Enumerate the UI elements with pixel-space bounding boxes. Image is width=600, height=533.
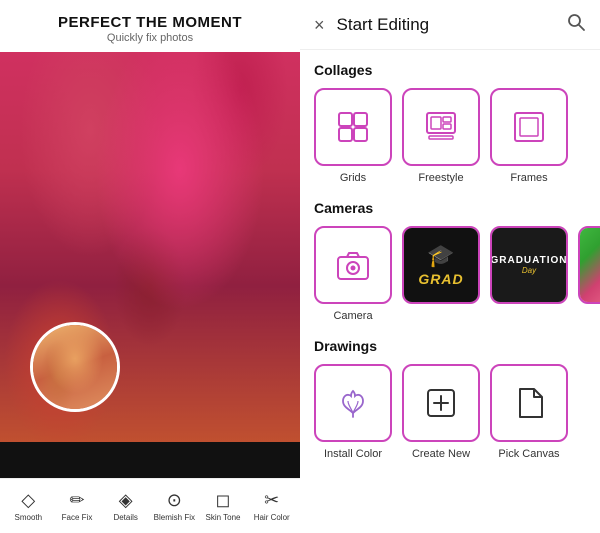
camera-icon — [335, 247, 371, 283]
canvas-icon — [511, 385, 547, 421]
details-label: Details — [113, 513, 137, 522]
hair-color-icon: ✂ — [264, 490, 279, 511]
smooth-label: Smooth — [15, 513, 43, 522]
collages-section: Collages Grids — [314, 62, 586, 184]
flower-thumb — [580, 226, 600, 304]
avatar-inner — [33, 325, 117, 409]
skin-tone-label: Skin Tone — [206, 513, 241, 522]
graduation-text2: Day — [522, 266, 536, 275]
grids-label: Grids — [340, 172, 366, 184]
grids-item: Grids — [314, 88, 392, 184]
grad-hat-icon: 🎓 — [427, 243, 454, 269]
search-icon — [566, 12, 586, 32]
install-color-button[interactable] — [314, 364, 392, 442]
toolbar-blemish-fix[interactable]: ⊙ Blemish Fix — [150, 490, 199, 522]
cameras-title: Cameras — [314, 200, 586, 216]
bottom-toolbar: ◇ Smooth ✏ Face Fix ◈ Details ⊙ Blemish … — [0, 478, 300, 533]
page-title: PERFECT THE MOMENT — [10, 14, 290, 31]
left-header: PERFECT THE MOMENT Quickly fix photos — [0, 0, 300, 52]
toolbar-hair-color[interactable]: ✂ Hair Color — [247, 490, 296, 522]
details-icon: ◈ — [119, 490, 133, 511]
frames-item: Frames — [490, 88, 568, 184]
grad-day-thumb: GRADUATION Day — [492, 228, 566, 302]
create-new-label: Create New — [412, 448, 470, 460]
drawings-title: Drawings — [314, 338, 586, 354]
grad-item: 🎓 GRAD — [402, 226, 480, 322]
skin-tone-icon: ◻ — [216, 490, 231, 511]
face-fix-icon: ✏ — [69, 490, 84, 511]
install-color-item: Install Color — [314, 364, 392, 460]
photo-area — [0, 52, 300, 442]
search-button[interactable] — [566, 12, 586, 37]
grad-thumb: 🎓 GRAD — [404, 228, 478, 302]
smooth-icon: ◇ — [21, 490, 35, 511]
create-new-button[interactable] — [402, 364, 480, 442]
drawings-section: Drawings Install Color — [314, 338, 586, 460]
camera-item: Camera — [314, 226, 392, 322]
pick-canvas-item: Pick Canvas — [490, 364, 568, 460]
flower-button[interactable] — [578, 226, 600, 304]
page-subtitle: Quickly fix photos — [10, 32, 290, 44]
right-content: Collages Grids — [300, 50, 600, 488]
cameras-section: Cameras Camera — [314, 200, 586, 322]
flower-item — [578, 226, 600, 322]
right-panel: × Start Editing Collages — [300, 0, 600, 533]
frames-label: Frames — [510, 172, 547, 184]
face-fix-label: Face Fix — [62, 513, 93, 522]
create-new-item: Create New — [402, 364, 480, 460]
drawings-row: Install Color Create New — [314, 364, 586, 460]
toolbar-smooth[interactable]: ◇ Smooth — [4, 490, 53, 522]
graduation-text1: GRADUATION — [490, 255, 567, 266]
blemish-fix-label: Blemish Fix — [154, 513, 195, 522]
toolbar-face-fix[interactable]: ✏ Face Fix — [53, 490, 102, 522]
freestyle-item: Freestyle — [402, 88, 480, 184]
freestyle-label: Freestyle — [418, 172, 463, 184]
camera-button[interactable] — [314, 226, 392, 304]
plus-square-icon — [423, 385, 459, 421]
collages-title: Collages — [314, 62, 586, 78]
close-button[interactable]: × — [314, 16, 325, 34]
blemish-fix-icon: ⊙ — [167, 490, 182, 511]
grids-icon — [335, 109, 371, 145]
frames-button[interactable] — [490, 88, 568, 166]
grids-button[interactable] — [314, 88, 392, 166]
lotus-icon — [335, 385, 371, 421]
install-color-label: Install Color — [324, 448, 382, 460]
left-panel: PERFECT THE MOMENT Quickly fix photos ◇ … — [0, 0, 300, 533]
hair-color-label: Hair Color — [254, 513, 290, 522]
panel-title: Start Editing — [337, 15, 554, 35]
toolbar-skin-tone[interactable]: ◻ Skin Tone — [199, 490, 248, 522]
cameras-row: Camera 🎓 GRAD GRADUA — [314, 226, 586, 322]
grad-button[interactable]: 🎓 GRAD — [402, 226, 480, 304]
camera-label: Camera — [333, 310, 372, 322]
freestyle-button[interactable] — [402, 88, 480, 166]
toolbar-details[interactable]: ◈ Details — [101, 490, 150, 522]
pick-canvas-label: Pick Canvas — [498, 448, 559, 460]
collages-row: Grids Freestyle — [314, 88, 586, 184]
graduation-day-button[interactable]: GRADUATION Day — [490, 226, 568, 304]
pick-canvas-button[interactable] — [490, 364, 568, 442]
avatar — [30, 322, 120, 412]
grad-text: GRAD — [418, 271, 463, 287]
graduation-day-item: GRADUATION Day — [490, 226, 568, 322]
right-header: × Start Editing — [300, 0, 600, 50]
freestyle-icon — [423, 109, 459, 145]
frames-icon — [511, 109, 547, 145]
